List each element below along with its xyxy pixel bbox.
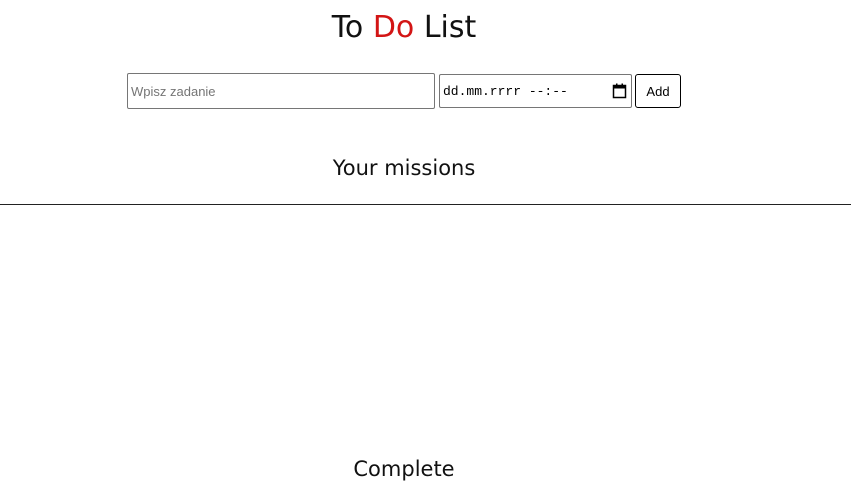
title-accent-do: Do [372,10,415,45]
add-button[interactable]: Add [635,74,681,108]
datetime-input[interactable]: dd.mm.rrrr --:-- [439,74,632,108]
missions-list [0,206,851,446]
datetime-placeholder: dd.mm.rrrr --:-- [443,83,568,99]
title-part-to: To [331,10,373,45]
title-part-list: List [414,10,477,45]
missions-heading: Your missions [332,156,476,180]
divider [0,204,851,205]
complete-heading: Complete [353,457,455,481]
page-title: To Do List [0,8,808,48]
add-task-form: dd.mm.rrrr --:-- Add [127,73,681,109]
task-input[interactable] [127,73,435,109]
calendar-icon[interactable] [612,83,627,99]
